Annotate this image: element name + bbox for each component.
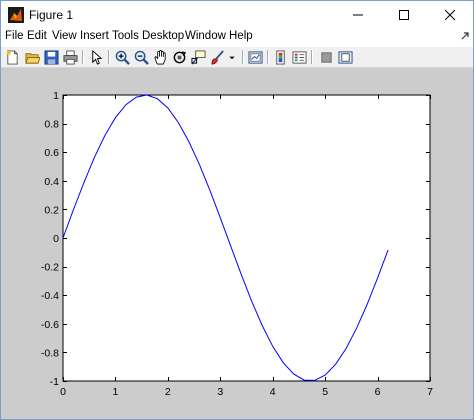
toolbar-separator (311, 50, 313, 64)
y-tick-label: -0.6 (41, 319, 59, 331)
menu-file[interactable]: File (5, 30, 24, 42)
insert-colorbar-icon (275, 49, 285, 65)
save-icon (43, 49, 59, 65)
menu-tools[interactable]: Tools (112, 30, 139, 42)
maximize-button[interactable] (381, 1, 427, 29)
brush-button[interactable] (208, 48, 226, 66)
link-plot-button[interactable] (246, 48, 264, 66)
print-icon (62, 49, 78, 65)
axes-box[interactable] (62, 94, 431, 382)
print-button[interactable] (61, 48, 79, 66)
toolbar-separator (242, 50, 244, 64)
menu-bar: File Edit View Insert Tools Desktop Wind… (1, 29, 473, 47)
close-icon (445, 10, 455, 20)
pan-hand-icon (153, 49, 166, 64)
menu-window[interactable]: Window (185, 30, 226, 42)
open-file-icon (24, 52, 40, 64)
x-tick-label: 3 (217, 386, 223, 398)
show-plot-tools-button[interactable] (336, 48, 354, 66)
edit-plot-button[interactable] (87, 48, 105, 66)
x-tick-label: 4 (270, 386, 276, 398)
y-tick-label: 0.8 (44, 119, 59, 131)
figure-toolbar (1, 47, 473, 68)
link-plot-icon (247, 50, 263, 64)
menu-edit[interactable]: Edit (27, 30, 47, 42)
y-tick-label: 0.2 (44, 204, 59, 216)
dock-figure-icon[interactable] (460, 31, 470, 41)
brush-dropdown-button[interactable] (225, 48, 239, 66)
zoom-out-icon (134, 50, 149, 65)
x-tick-label: 0 (60, 386, 66, 398)
y-tick-label: -0.8 (41, 347, 59, 359)
y-tick-label: -0.2 (41, 262, 59, 274)
show-plot-tools-icon (337, 50, 353, 64)
new-figure-button[interactable] (3, 48, 21, 66)
rotate-3d-icon (173, 50, 186, 63)
title-bar[interactable]: Figure 1 (1, 1, 473, 29)
insert-legend-icon (291, 50, 307, 64)
x-tick-label: 7 (427, 386, 433, 398)
menu-desktop[interactable]: Desktop (142, 30, 184, 42)
zoom-in-icon (115, 50, 130, 65)
y-tick-label: 1 (53, 90, 59, 102)
plot-axes[interactable]: 0 1 2 3 4 5 6 7 -1 -0.8 -0.6 -0.4 -0.2 0 0.2 0.4 0.6 0.8 1 (1, 68, 473, 419)
maximize-icon (399, 10, 409, 20)
save-button[interactable] (42, 48, 60, 66)
edit-plot-arrow-icon (91, 49, 102, 65)
matlab-figure-icon (8, 7, 24, 23)
y-tick-label: 0.4 (44, 176, 59, 188)
pan-button[interactable] (151, 48, 169, 66)
hide-plot-tools-icon (320, 51, 332, 63)
x-tick-label: 6 (375, 386, 381, 398)
figure-canvas[interactable]: 0 1 2 3 4 5 6 7 -1 -0.8 -0.6 -0.4 -0.2 0 0.2 0.4 0.6 0.8 1 (1, 68, 473, 419)
x-tick-label: 5 (322, 386, 328, 398)
rotate-3d-button[interactable] (170, 48, 188, 66)
zoom-in-button[interactable] (113, 48, 131, 66)
y-tick-label: -1 (50, 376, 59, 388)
close-button[interactable] (427, 1, 473, 29)
toolbar-separator (267, 50, 269, 64)
open-file-button[interactable] (23, 48, 41, 66)
brush-icon (210, 49, 224, 64)
figure-window: Figure 1 File Edit View Insert Tools Des… (0, 0, 474, 420)
menu-help[interactable]: Help (229, 30, 253, 42)
toolbar-separator (108, 50, 110, 64)
hide-plot-tools-button[interactable] (317, 48, 335, 66)
toolbar-separator (82, 50, 84, 64)
insert-colorbar-button[interactable] (271, 48, 289, 66)
chevron-down-icon (229, 56, 235, 59)
x-tick-label: 2 (165, 386, 171, 398)
y-tick-label: 0.6 (44, 147, 59, 159)
y-tick-label: 0 (53, 233, 59, 245)
x-tick-label: 1 (113, 386, 119, 398)
minimize-icon (353, 14, 363, 16)
y-tick-label: -0.4 (41, 290, 59, 302)
insert-legend-button[interactable] (290, 48, 308, 66)
minimize-button[interactable] (335, 1, 381, 29)
menu-view[interactable]: View (52, 30, 77, 42)
data-cursor-icon (190, 49, 206, 65)
zoom-out-button[interactable] (132, 48, 150, 66)
menu-insert[interactable]: Insert (80, 30, 109, 42)
window-title: Figure 1 (29, 8, 74, 22)
data-cursor-button[interactable] (189, 48, 207, 66)
new-figure-icon (6, 49, 18, 65)
